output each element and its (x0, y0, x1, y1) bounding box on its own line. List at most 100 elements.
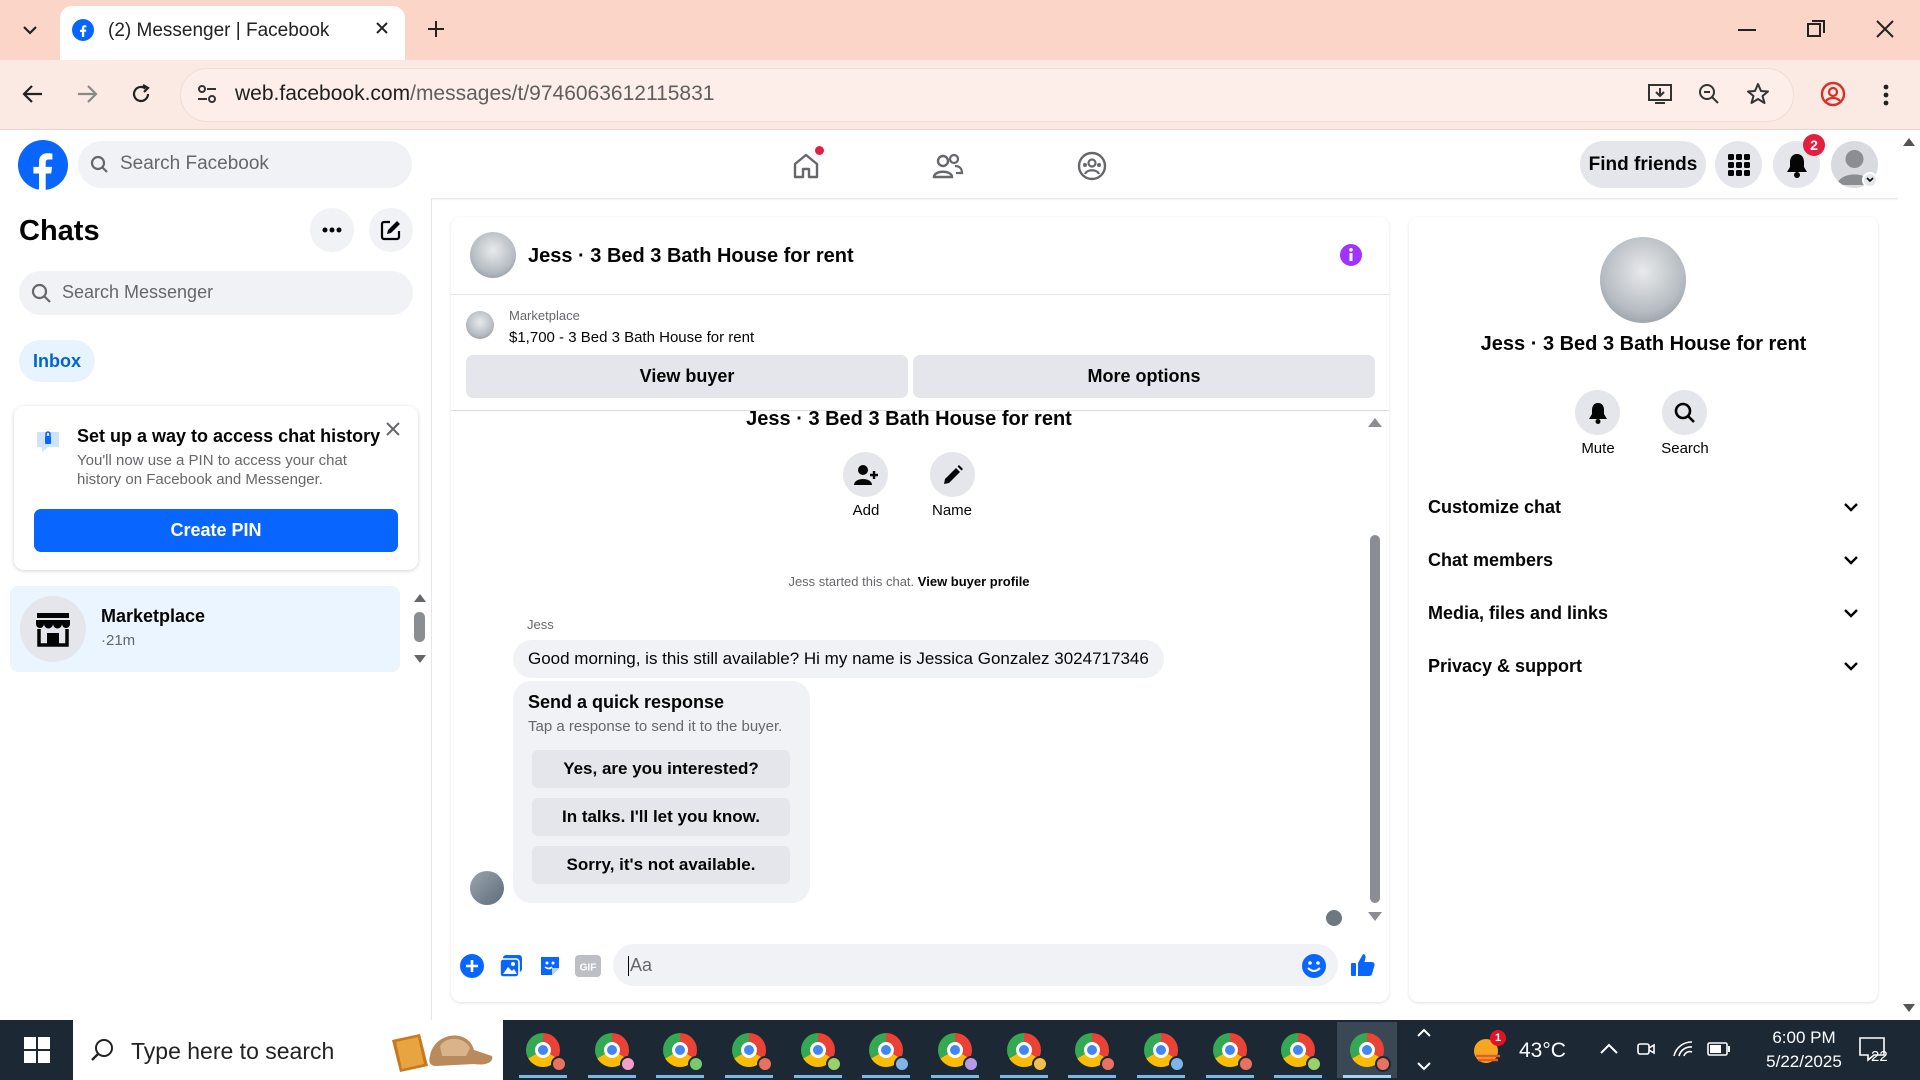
search-in-chat-button[interactable] (1662, 390, 1707, 435)
more-options-button[interactable]: More options (913, 355, 1375, 398)
meet-now-icon[interactable] (1636, 1039, 1656, 1059)
install-app-icon[interactable] (1648, 83, 1672, 105)
weather-temperature[interactable]: 43°C (1519, 1039, 1566, 1063)
name-label: Name (931, 502, 972, 519)
taskbar-chrome-app[interactable] (650, 1022, 710, 1078)
taskbar-chrome-app[interactable] (719, 1022, 779, 1078)
home-nav-button[interactable] (780, 144, 832, 188)
taskbar-chrome-app[interactable] (1200, 1022, 1260, 1078)
taskbar-chrome-app[interactable] (1062, 1022, 1122, 1078)
reload-icon[interactable] (130, 83, 152, 105)
windows-icon (23, 1037, 50, 1063)
taskbar-overflow-up-icon[interactable] (1417, 1028, 1431, 1037)
zoom-icon[interactable] (1698, 83, 1720, 105)
sender-avatar[interactable] (470, 871, 504, 905)
gif-button[interactable]: GIF (575, 955, 601, 977)
message-bubble[interactable]: Good morning, is this still available? H… (513, 640, 1164, 678)
minimize-icon[interactable] (1738, 29, 1756, 31)
sticker-icon (541, 957, 559, 975)
taskbar-clock[interactable]: 6:00 PM 5/22/2025 (1754, 1026, 1854, 1074)
inbox-tab[interactable]: Inbox (19, 340, 95, 382)
chat-members-section[interactable]: Chat members (1428, 540, 1858, 580)
sidebar-scroll-thumb[interactable] (414, 612, 425, 642)
taskbar-overflow-down-icon[interactable] (1417, 1062, 1431, 1071)
tab-title: (2) Messenger | Facebook (108, 20, 330, 41)
taskbar-chrome-app[interactable] (925, 1022, 985, 1078)
name-chat-button[interactable] (930, 452, 975, 497)
info-icon[interactable] (1339, 243, 1363, 267)
facebook-logo-icon[interactable] (18, 140, 68, 190)
more-actions-button[interactable] (460, 954, 484, 978)
quick-response-option[interactable]: Sorry, it's not available. (532, 846, 790, 884)
friends-nav-button[interactable] (922, 144, 974, 188)
battery-icon[interactable] (1707, 1042, 1731, 1056)
message-input[interactable] (613, 944, 1338, 986)
mute-button[interactable] (1575, 390, 1620, 435)
emoji-icon (1302, 954, 1326, 978)
chat-scroll-up-icon[interactable] (1368, 418, 1382, 427)
site-info-icon[interactable] (196, 83, 218, 105)
chats-options-button[interactable] (310, 208, 354, 252)
tab-close-icon[interactable] (374, 20, 390, 36)
media-files-links-section[interactable]: Media, files and links (1428, 593, 1858, 633)
messenger-search-placeholder: Search Messenger (62, 282, 214, 302)
taskbar-chrome-app[interactable] (856, 1022, 916, 1078)
taskbar-chrome-app[interactable] (513, 1022, 573, 1078)
taskbar-chrome-app[interactable] (1268, 1022, 1328, 1078)
quick-response-option[interactable]: Yes, are you interested? (532, 750, 790, 788)
gif-icon: GIF (575, 955, 601, 977)
taskbar-chrome-app[interactable] (1131, 1022, 1191, 1078)
page-scroll-up-icon[interactable] (1903, 138, 1915, 146)
new-tab-icon[interactable] (426, 19, 446, 39)
groups-nav-button[interactable] (1066, 144, 1118, 188)
account-chevron-down-icon[interactable] (1862, 172, 1878, 188)
customize-chat-section[interactable]: Customize chat (1428, 487, 1858, 527)
quick-response-option[interactable]: In talks. I'll let you know. (532, 798, 790, 836)
chat-scroll-thumb[interactable] (1370, 535, 1380, 903)
sidebar-scroll-up-icon[interactable] (414, 594, 426, 602)
privacy-support-section[interactable]: Privacy & support (1428, 646, 1858, 686)
chat-scroll-down-icon[interactable] (1368, 912, 1382, 921)
menu-button[interactable] (1715, 141, 1762, 188)
taskbar-chrome-app[interactable] (788, 1022, 848, 1078)
url-path: /messages/t/9746063612115831 (410, 82, 715, 105)
tab-list-dropdown-icon[interactable] (14, 14, 46, 46)
create-pin-button[interactable]: Create PIN (34, 509, 398, 552)
emoji-button[interactable] (1302, 954, 1326, 978)
chat-header-avatar[interactable] (470, 232, 516, 278)
sticker-button[interactable] (538, 954, 562, 978)
page-scroll-down-icon[interactable] (1903, 1004, 1915, 1012)
browser-menu-icon[interactable] (1883, 84, 1889, 106)
chat-started-notice: Jess started this chat. View buyer profi… (451, 574, 1367, 589)
like-button[interactable] (1350, 952, 1376, 978)
bookmark-star-icon[interactable] (1746, 82, 1770, 105)
mute-bell-icon (1588, 402, 1607, 424)
sidebar-scroll-down-icon[interactable] (414, 655, 426, 663)
search-icon (31, 283, 52, 304)
start-button[interactable] (0, 1020, 73, 1080)
view-buyer-button[interactable]: View buyer (466, 355, 908, 398)
add-people-button[interactable] (843, 452, 888, 497)
wifi-icon[interactable] (1672, 1040, 1694, 1058)
close-icon[interactable] (385, 421, 401, 437)
taskbar-chrome-app-active[interactable] (1337, 1022, 1397, 1078)
chat-header-title[interactable]: Jess · 3 Bed 3 Bath House for rent (528, 245, 854, 268)
forward-icon[interactable] (76, 84, 98, 104)
profile-icon[interactable] (1820, 81, 1846, 107)
hidden-icons-chevron-icon[interactable] (1600, 1043, 1618, 1054)
window-close-icon[interactable] (1876, 20, 1894, 38)
new-message-button[interactable] (369, 208, 413, 252)
restore-icon[interactable] (1807, 20, 1825, 38)
page-scrollbar[interactable] (1898, 130, 1920, 1020)
find-friends-button[interactable]: Find friends (1580, 141, 1706, 188)
attach-photo-button[interactable] (499, 954, 523, 978)
view-buyer-profile-link[interactable]: View buyer profile (918, 574, 1030, 589)
listing-title[interactable]: $1,700 - 3 Bed 3 Bath House for rent (509, 329, 754, 346)
taskbar-chrome-app[interactable] (994, 1022, 1054, 1078)
info-avatar[interactable] (1600, 237, 1686, 323)
chat-members-label: Chat members (1428, 549, 1554, 570)
taskbar-chrome-app[interactable] (582, 1022, 642, 1078)
info-name: Jess · 3 Bed 3 Bath House for rent (1480, 333, 1807, 355)
pin-card-title: Set up a way to access chat history (77, 426, 381, 446)
back-icon[interactable] (22, 84, 44, 104)
